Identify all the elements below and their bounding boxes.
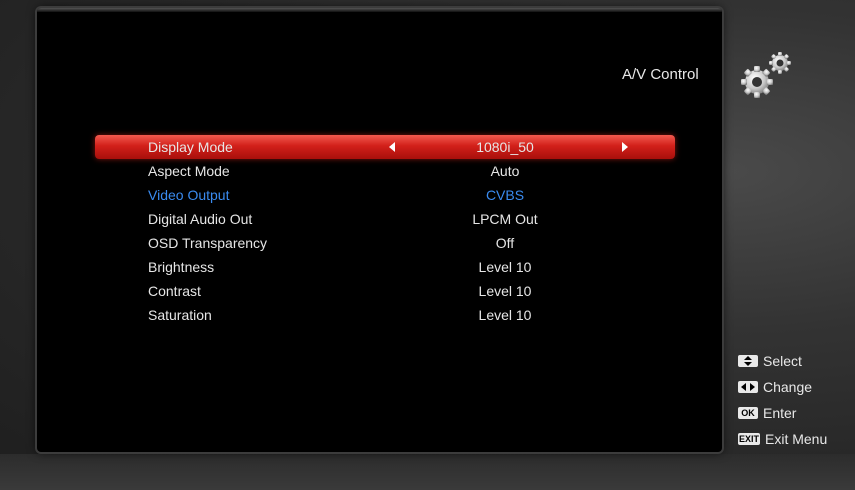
exit-key-icon: EXIT	[738, 433, 760, 446]
gear-icon	[741, 52, 791, 98]
page-title: A/V Control	[622, 66, 699, 83]
legend-exit: EXIT Exit Menu	[738, 428, 827, 454]
right-arrow-icon[interactable]	[622, 142, 628, 152]
up-down-key-icon	[738, 355, 758, 368]
menu-value: CVBS	[485, 187, 525, 203]
legend-label: Enter	[763, 405, 797, 421]
left-right-key-icon	[738, 381, 758, 394]
screen: A/V Control Display Mode 1080i_50 Aspect…	[0, 0, 855, 490]
menu-value: Auto	[490, 163, 520, 179]
menu-value: 1080i_50	[476, 139, 534, 155]
ok-key-icon: OK	[738, 407, 758, 420]
legend-select: Select	[738, 350, 827, 376]
menu-row-digital-audio-out[interactable]: Digital Audio Out LPCM Out	[95, 207, 675, 231]
legend-enter: OK Enter	[738, 402, 827, 428]
bottom-strip	[0, 454, 855, 490]
menu-value: Level 10	[478, 283, 532, 299]
menu-label: Contrast	[148, 283, 201, 299]
menu-label: Saturation	[148, 307, 212, 323]
menu-row-brightness[interactable]: Brightness Level 10	[95, 255, 675, 279]
panel-top-edge	[37, 8, 722, 12]
menu-label: Display Mode	[148, 139, 233, 155]
menu-label: Digital Audio Out	[148, 211, 253, 227]
menu-row-video-output[interactable]: Video Output CVBS	[95, 183, 675, 207]
menu-value: Level 10	[478, 259, 532, 275]
menu-value: Off	[495, 235, 515, 251]
menu-label: Brightness	[148, 259, 215, 275]
legend-label: Exit Menu	[765, 431, 828, 447]
menu-row-display-mode[interactable]: Display Mode 1080i_50	[95, 135, 675, 159]
menu-value: Level 10	[478, 307, 532, 323]
legend-label: Select	[763, 353, 802, 369]
menu-value: LPCM Out	[472, 211, 538, 227]
menu-label: OSD Transparency	[148, 235, 268, 251]
settings-menu: Display Mode 1080i_50 Aspect Mode Auto V…	[95, 135, 675, 327]
title-pointer	[704, 64, 714, 86]
menu-row-osd-transparency[interactable]: OSD Transparency Off	[95, 231, 675, 255]
menu-row-contrast[interactable]: Contrast Level 10	[95, 279, 675, 303]
menu-row-saturation[interactable]: Saturation Level 10	[95, 303, 675, 327]
menu-label: Video Output	[148, 187, 230, 203]
key-legend: Select Change OK Enter EXIT Exit Menu	[738, 350, 827, 454]
menu-label: Aspect Mode	[148, 163, 230, 179]
menu-row-aspect-mode[interactable]: Aspect Mode Auto	[95, 159, 675, 183]
legend-change: Change	[738, 376, 827, 402]
title-tab: A/V Control	[604, 60, 712, 90]
legend-label: Change	[763, 379, 813, 395]
left-arrow-icon[interactable]	[389, 142, 395, 152]
